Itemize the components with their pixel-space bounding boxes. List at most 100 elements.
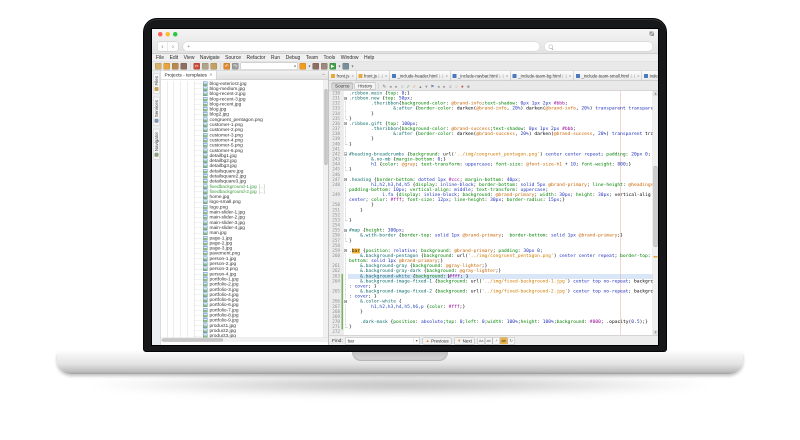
- redo-icon[interactable]: ↷: [232, 63, 239, 70]
- previous-bookmark-icon[interactable]: ▴: [417, 84, 423, 90]
- tab-badge: [..]: [562, 74, 566, 79]
- undo-icon[interactable]: ↶: [224, 63, 231, 70]
- tree-horizontal-scrollbar[interactable]: [161, 338, 328, 343]
- address-bar[interactable]: +: [183, 42, 541, 52]
- tab-projects-templates[interactable]: Projects - templates ×: [161, 71, 216, 80]
- menu-item-tools[interactable]: Tools: [324, 55, 336, 61]
- save-all-icon[interactable]: [181, 63, 188, 70]
- close-tab-icon[interactable]: ×: [569, 73, 572, 78]
- file-type-icon: [576, 74, 580, 78]
- clean-build-icon[interactable]: [321, 63, 328, 70]
- whole-words-toggle[interactable]: ab: [485, 337, 493, 345]
- back-icon[interactable]: ◂: [387, 84, 393, 90]
- dock-tab-services[interactable]: Services: [153, 97, 160, 126]
- scroll-up-icon[interactable]: ▲: [653, 91, 658, 96]
- editor-tab-include-team-bg-html[interactable]: _include-team-bg.html[..]×: [511, 71, 574, 81]
- close-tab-icon[interactable]: ×: [506, 73, 509, 78]
- next-bookmark-icon[interactable]: ▾: [423, 84, 429, 90]
- close-tab-icon[interactable]: ×: [445, 73, 448, 78]
- image-file-icon: [203, 169, 208, 174]
- dock-tab-navigator[interactable]: Navigator: [153, 129, 160, 160]
- close-icon[interactable]: ×: [209, 73, 212, 79]
- new-file-icon[interactable]: [155, 63, 162, 70]
- run-project-icon[interactable]: ▶: [330, 63, 337, 70]
- open-project-icon[interactable]: [172, 63, 179, 70]
- chevron-down-icon[interactable]: ▾: [414, 339, 418, 344]
- menu-item-file[interactable]: File: [156, 55, 164, 61]
- image-file-icon: [203, 292, 208, 297]
- find-previous-button[interactable]: ▲ Previous: [423, 337, 452, 344]
- validate-file-icon[interactable]: ✓: [411, 84, 417, 90]
- paste-icon[interactable]: [211, 63, 218, 70]
- browser-search-field[interactable]: [544, 42, 653, 52]
- set-configuration-icon[interactable]: [300, 63, 307, 70]
- menu-item-run[interactable]: Run: [271, 55, 280, 61]
- last-edit-icon[interactable]: ✎: [381, 84, 387, 90]
- start-macro-icon[interactable]: ●: [459, 83, 465, 89]
- regex-toggle[interactable]: .*: [492, 337, 500, 345]
- close-window-button[interactable]: [158, 32, 163, 37]
- comment-icon[interactable]: ≡: [447, 83, 453, 89]
- image-file-icon: [203, 179, 208, 184]
- editor-toolbar-icons: ✎◂▸○✓✓▴▾⚑◂▸≡≡●■: [381, 81, 471, 90]
- shift-right-icon[interactable]: ▸: [441, 84, 447, 90]
- editor-tab-include-navbar-html[interactable]: _include-navbar.html[..]×: [450, 71, 510, 81]
- stop-macro-icon[interactable]: ■: [465, 83, 471, 89]
- menu-item-window[interactable]: Window: [341, 55, 359, 61]
- scroll-down-icon[interactable]: ▼: [653, 330, 658, 335]
- menu-item-view[interactable]: View: [184, 55, 195, 61]
- editor-tab-front-js[interactable]: front.js×: [329, 71, 357, 81]
- check-file-icon[interactable]: ✓: [405, 84, 411, 90]
- close-tab-icon[interactable]: ×: [385, 73, 388, 78]
- image-file-icon: [203, 323, 208, 328]
- close-tab-icon[interactable]: ×: [351, 73, 354, 78]
- menu-item-team[interactable]: Team: [306, 55, 318, 61]
- highlight-results-toggle[interactable]: ab: [500, 337, 508, 345]
- editor-tab-include-team-small-html[interactable]: _include-team-small.html[..]×: [574, 71, 642, 81]
- zoom-window-button[interactable]: [173, 32, 178, 37]
- editor-tab-front-js[interactable]: front.js[..]×: [357, 71, 390, 81]
- image-file-icon: [203, 251, 208, 256]
- editor-toolbar: Source History ✎◂▸○✓✓▴▾⚑◂▸≡≡●■: [329, 81, 658, 91]
- scrollbar-thumb[interactable]: [654, 166, 658, 247]
- back-button[interactable]: ‹: [158, 42, 169, 51]
- scrollbar-thumb[interactable]: [162, 339, 223, 342]
- fullscreen-icon[interactable]: [650, 32, 655, 37]
- minimize-window-button[interactable]: [166, 32, 171, 37]
- find-selection-icon[interactable]: ○: [399, 83, 405, 89]
- shift-left-icon[interactable]: ◂: [435, 84, 441, 90]
- copy-icon[interactable]: [202, 63, 209, 70]
- toggle-bookmark-icon[interactable]: ⚑: [429, 84, 435, 90]
- editor-tab-index-html[interactable]: index.html[..]×: [642, 71, 658, 81]
- forward-icon[interactable]: ▸: [393, 84, 399, 90]
- cut-icon[interactable]: ✂: [194, 63, 201, 70]
- match-case-toggle[interactable]: Aa: [477, 337, 485, 345]
- minimize-panel-icon[interactable]: –: [319, 71, 328, 80]
- close-tab-icon[interactable]: ×: [637, 73, 640, 78]
- uncomment-icon[interactable]: ≡: [453, 83, 459, 89]
- find-input[interactable]: bar ▾: [345, 337, 420, 345]
- code-editor[interactable]: 230.ribbon.main {top: 0;}231.ribbon.new …: [329, 91, 658, 335]
- menu-item-debug[interactable]: Debug: [286, 55, 301, 61]
- source-view-button[interactable]: Source: [332, 82, 354, 89]
- menu-item-refactor[interactable]: Refactor: [247, 55, 266, 61]
- build-project-icon[interactable]: [313, 63, 320, 70]
- editor-scrollbar[interactable]: ▲ ▼: [653, 91, 659, 335]
- menu-item-source[interactable]: Source: [225, 55, 241, 61]
- profile-project-icon[interactable]: [343, 63, 350, 70]
- menu-item-help[interactable]: Help: [364, 55, 374, 61]
- configuration-combobox[interactable]: ▾: [241, 62, 298, 70]
- menu-item-navigate[interactable]: Navigate: [200, 55, 220, 61]
- menu-item-edit[interactable]: Edit: [170, 55, 179, 61]
- image-file-icon: [203, 220, 208, 225]
- find-next-button[interactable]: ▼ Next: [454, 337, 475, 344]
- wrap-search-toggle[interactable]: ↻: [507, 337, 515, 345]
- code-line-272[interactable]: 272: [329, 330, 658, 335]
- dock-tab-files[interactable]: Files: [153, 73, 160, 94]
- scrollbar-thumb[interactable]: [325, 89, 328, 165]
- new-project-icon[interactable]: [164, 63, 171, 70]
- history-view-button[interactable]: History: [355, 82, 376, 89]
- tree-vertical-scrollbar[interactable]: [324, 80, 329, 342]
- editor-tab-include-header-html[interactable]: _include-header.html[..]×: [390, 71, 450, 81]
- forward-button[interactable]: ›: [168, 42, 178, 51]
